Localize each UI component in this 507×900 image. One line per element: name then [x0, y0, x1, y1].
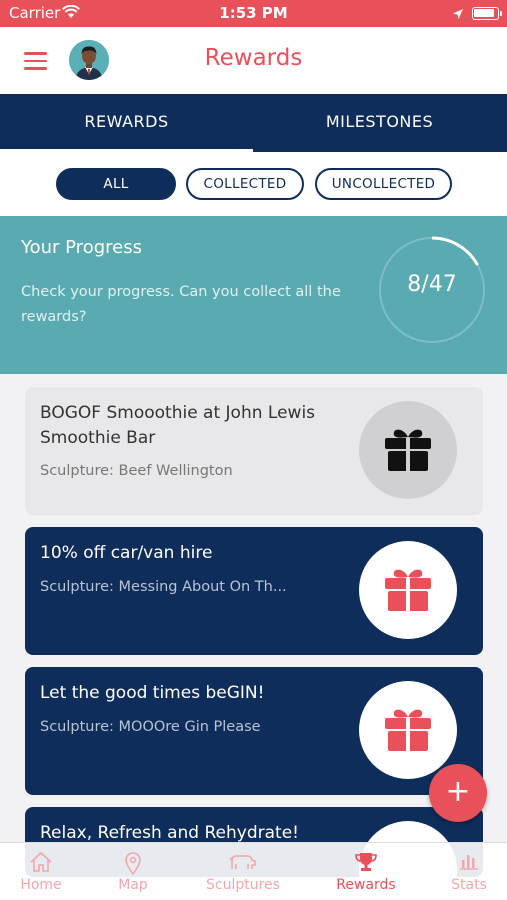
nav-sculptures-label: Sculptures [206, 877, 280, 893]
progress-title: Your Progress [21, 237, 142, 258]
trophy-icon [329, 851, 403, 875]
tab-milestones[interactable]: MILESTONES [253, 94, 506, 152]
nav-home-label: Home [20, 877, 62, 893]
nav-rewards-label: Rewards [336, 877, 396, 893]
reward-sculpture: Sculpture: Messing About On Th... [40, 579, 287, 595]
tab-rewards[interactable]: REWARDS [0, 94, 253, 152]
nav-home[interactable]: Home [5, 843, 77, 900]
filter-bar: ALL COLLECTED UNCOLLECTED [0, 152, 507, 216]
filter-uncollected-button[interactable]: UNCOLLECTED [315, 168, 452, 200]
nav-rewards[interactable]: Rewards [329, 843, 403, 900]
reward-card[interactable]: 10% off car/van hire Sculpture: Messing … [25, 527, 483, 655]
reward-title: Let the good times beGIN! [40, 683, 265, 703]
location-arrow-icon [452, 6, 464, 24]
filter-all-button[interactable]: ALL [56, 168, 176, 200]
nav-sculptures[interactable]: Sculptures [200, 843, 286, 900]
progress-panel: Your Progress Check your progress. Can y… [0, 216, 507, 374]
nav-map[interactable]: Map [97, 843, 169, 900]
reward-sculpture: Sculpture: Beef Wellington [40, 463, 233, 479]
reward-sculpture: Sculpture: MOOOre Gin Please [40, 719, 261, 735]
add-button[interactable]: + [429, 764, 487, 822]
stats-icon [438, 851, 500, 875]
status-bar: Carrier 1:53 PM [0, 0, 507, 27]
gift-badge [359, 681, 457, 779]
nav-stats-label: Stats [451, 877, 487, 893]
page-title: Rewards [204, 45, 303, 71]
home-icon [5, 851, 77, 875]
bottom-nav: Home Map Sculptures Rewards Stats [0, 842, 507, 900]
progress-count: 8/47 [407, 272, 457, 297]
reward-title: BOGOF Smooothie at John Lewis Smoothie B… [40, 403, 316, 448]
gift-badge [359, 541, 457, 639]
gift-badge [359, 401, 457, 499]
status-time: 1:53 PM [219, 4, 288, 22]
sculpture-icon [200, 851, 286, 875]
map-pin-icon [97, 851, 169, 876]
progress-description: Check your progress. Can you collect all… [21, 284, 341, 325]
nav-stats[interactable]: Stats [438, 843, 500, 900]
nav-map-label: Map [118, 877, 148, 893]
reward-card[interactable]: BOGOF Smooothie at John Lewis Smoothie B… [25, 387, 483, 515]
filter-collected-button[interactable]: COLLECTED [186, 168, 304, 200]
nav-bar: Rewards [0, 27, 507, 94]
battery-icon [472, 7, 502, 20]
reward-title: 10% off car/van hire [40, 543, 213, 563]
reward-card[interactable]: Let the good times beGIN! Sculpture: MOO… [25, 667, 483, 795]
gift-icon [385, 709, 431, 751]
tab-bar: REWARDS MILESTONES [0, 94, 507, 152]
gift-icon [385, 429, 431, 471]
gift-icon [385, 569, 431, 611]
